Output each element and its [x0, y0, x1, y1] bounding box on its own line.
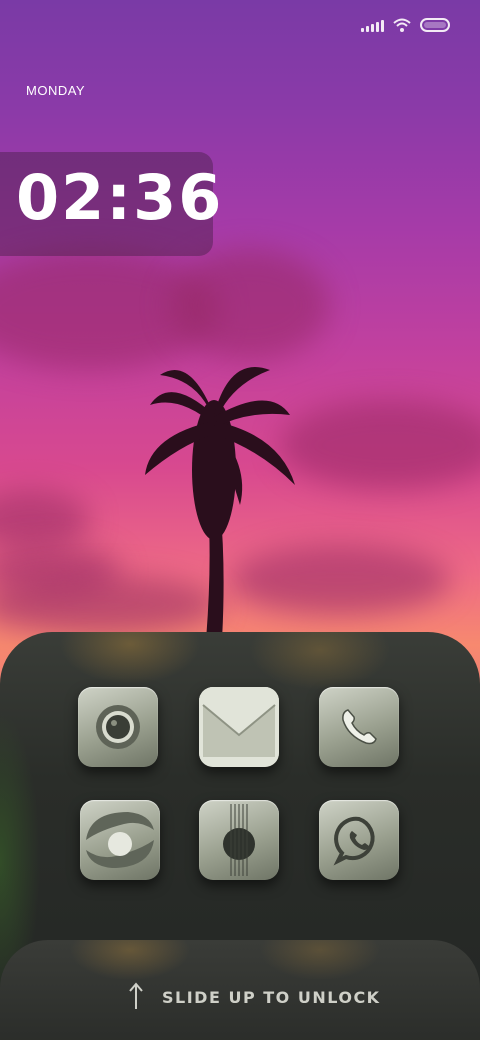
status-bar — [361, 18, 450, 32]
browser-app-button[interactable] — [80, 800, 160, 880]
clock-time: 02:36 — [16, 161, 224, 234]
wifi-icon — [393, 18, 411, 32]
arrow-up-icon — [129, 982, 143, 1009]
clock-widget[interactable]: 02:36 — [0, 152, 221, 256]
clock-day: MONDAY — [26, 83, 86, 98]
guitar-icon — [223, 804, 255, 876]
battery-icon — [420, 18, 450, 32]
unlock-label: SLIDE UP TO UNLOCK — [162, 988, 381, 1007]
whatsapp-icon — [333, 816, 375, 866]
phone-icon — [342, 709, 377, 745]
mail-app-button[interactable] — [199, 687, 279, 767]
camera-app-button[interactable] — [78, 687, 158, 767]
music-app-button[interactable] — [199, 800, 279, 880]
camera-icon — [96, 705, 140, 749]
envelope-icon — [199, 687, 279, 767]
whatsapp-app-button[interactable] — [319, 800, 399, 880]
palm-tree — [145, 367, 295, 640]
globe-icon — [86, 812, 154, 868]
phone-app-button[interactable] — [319, 687, 399, 767]
signal-icon — [361, 19, 384, 32]
slide-to-unlock[interactable]: SLIDE UP TO UNLOCK — [0, 940, 480, 1040]
